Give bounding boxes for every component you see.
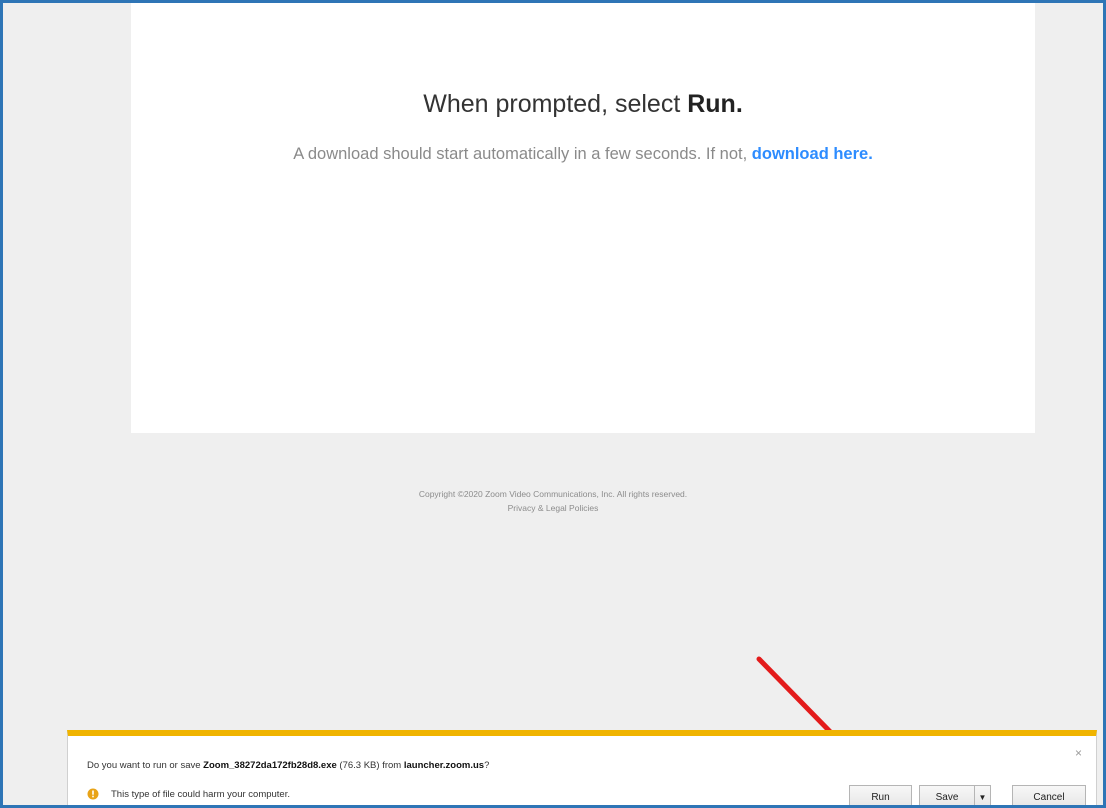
instructions-text: A download should start automatically in… (293, 145, 752, 163)
download-instructions: A download should start automatically in… (131, 145, 1035, 164)
browser-window: When prompted, select Run. A download sh… (0, 0, 1106, 808)
download-here-link[interactable]: download here. (752, 145, 873, 163)
content-card: When prompted, select Run. A download sh… (131, 3, 1035, 433)
run-button[interactable]: Run (849, 785, 912, 805)
warning-text: This type of file could harm your comput… (111, 788, 290, 800)
heading-emphasis: Run. (687, 90, 743, 118)
question-prefix: Do you want to run or save (87, 760, 204, 771)
save-button[interactable]: Save (919, 785, 975, 805)
download-source: launcher.zoom.us (403, 760, 485, 771)
download-warning: This type of file could harm your comput… (87, 788, 290, 800)
download-notification-bar: Do you want to run or save Zoom_38272da1… (67, 730, 1097, 805)
file-size: (76.3 KB) from (336, 760, 404, 771)
page-heading: When prompted, select Run. (131, 90, 1035, 119)
download-question: Do you want to run or save Zoom_38272da1… (87, 760, 489, 771)
privacy-legal-link[interactable]: Privacy & Legal Policies (3, 501, 1103, 515)
save-dropdown-button[interactable]: ▼ (974, 785, 991, 805)
shield-warning-icon (87, 788, 99, 800)
file-name: Zoom_38272da172fb28d8.exe (203, 760, 337, 771)
question-suffix: ? (484, 760, 490, 771)
page-footer: Copyright ©2020 Zoom Video Communication… (3, 487, 1103, 515)
copyright-text: Copyright ©2020 Zoom Video Communication… (418, 489, 688, 499)
close-icon[interactable]: × (1075, 746, 1082, 760)
cancel-button[interactable]: Cancel (1012, 785, 1086, 805)
heading-text: When prompted, select (423, 90, 688, 118)
